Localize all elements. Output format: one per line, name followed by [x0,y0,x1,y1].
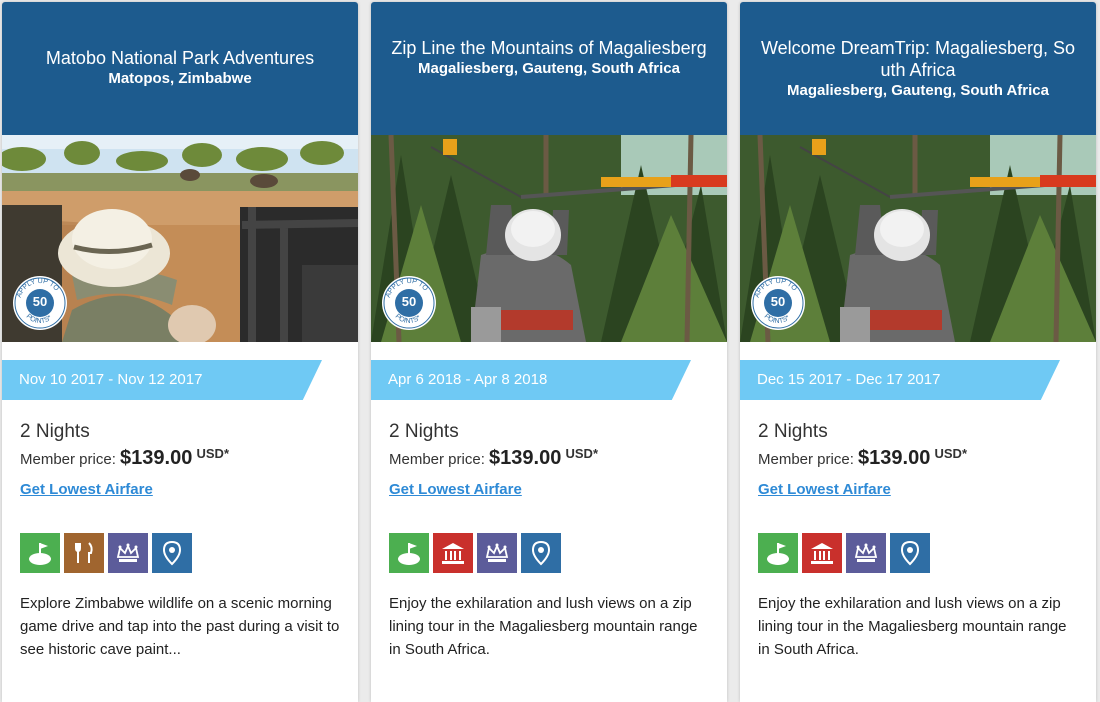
trip-photo[interactable]: APPLY UP TO POINTS* 50 [2,135,358,342]
get-lowest-airfare-link[interactable]: Get Lowest Airfare [20,481,153,498]
date-range: Nov 10 2017 - Nov 12 2017 [2,360,322,400]
trip-title[interactable]: Zip Line the Mountains of Magaliesberg [371,37,727,59]
date-range: Dec 15 2017 - Dec 17 2017 [740,360,1060,400]
museum-icon[interactable] [802,533,842,573]
card-header: Welcome DreamTrip: Magaliesberg, South A… [740,2,1096,135]
points-value: 50 [770,294,786,309]
golf-icon[interactable] [758,533,798,573]
trip-photo[interactable]: APPLY UP TO POINTS* 50 [371,135,727,342]
dining-icon[interactable] [64,533,104,573]
museum-icon[interactable] [433,533,473,573]
trip-title[interactable]: Welcome DreamTrip: Magaliesberg, South A… [740,37,1096,81]
apply-points-badge: APPLY UP TO POINTS* 50 [12,275,68,331]
price-amount: $139.00 [489,447,562,469]
vip-crown-icon[interactable] [846,533,886,573]
vip-crown-icon[interactable] [108,533,148,573]
trip-card[interactable]: Welcome DreamTrip: Magaliesberg, South A… [740,2,1096,702]
price-amount: $139.00 [858,447,931,469]
trip-photo[interactable]: APPLY UP TO POINTS* 50 [740,135,1096,342]
amenity-icons [20,533,192,573]
nights-count: 2 Nights [758,421,828,442]
location-pin-icon[interactable] [152,533,192,573]
price-currency: USD* [565,446,599,461]
price-label: Member price: [389,451,485,468]
trip-location: Magaliesberg, Gauteng, South Africa [787,82,1049,99]
card-header: Zip Line the Mountains of Magaliesberg M… [371,2,727,135]
trip-title[interactable]: Matobo National Park Adventures [2,47,358,69]
member-price: Member price: $139.00 USD* [389,446,598,470]
nights-count: 2 Nights [20,421,90,442]
trip-card[interactable]: Zip Line the Mountains of Magaliesberg M… [371,2,727,702]
price-label: Member price: [758,451,854,468]
trip-location: Magaliesberg, Gauteng, South Africa [418,60,680,77]
apply-points-badge: APPLY UP TO POINTS* 50 [750,275,806,331]
points-value: 50 [401,294,417,309]
amenity-icons [758,533,930,573]
price-currency: USD* [196,446,230,461]
golf-icon[interactable] [389,533,429,573]
price-label: Member price: [20,451,116,468]
member-price: Member price: $139.00 USD* [758,446,967,470]
date-range: Apr 6 2018 - Apr 8 2018 [371,360,691,400]
trip-card[interactable]: Matobo National Park Adventures Matopos,… [2,2,358,702]
vip-crown-icon[interactable] [477,533,517,573]
get-lowest-airfare-link[interactable]: Get Lowest Airfare [389,481,522,498]
nights-count: 2 Nights [389,421,459,442]
price-currency: USD* [934,446,968,461]
price-amount: $139.00 [120,447,193,469]
golf-icon[interactable] [20,533,60,573]
points-value: 50 [32,294,48,309]
location-pin-icon[interactable] [521,533,561,573]
location-pin-icon[interactable] [890,533,930,573]
trip-location: Matopos, Zimbabwe [108,70,252,87]
apply-points-badge: APPLY UP TO POINTS* 50 [381,275,437,331]
member-price: Member price: $139.00 USD* [20,446,229,470]
get-lowest-airfare-link[interactable]: Get Lowest Airfare [758,481,891,498]
card-header: Matobo National Park Adventures Matopos,… [2,2,358,135]
trip-description: Enjoy the exhilaration and lush views on… [758,595,1067,658]
trip-description: Enjoy the exhilaration and lush views on… [389,595,698,658]
trip-description: Explore Zimbabwe wildlife on a scenic mo… [20,595,340,658]
amenity-icons [389,533,561,573]
